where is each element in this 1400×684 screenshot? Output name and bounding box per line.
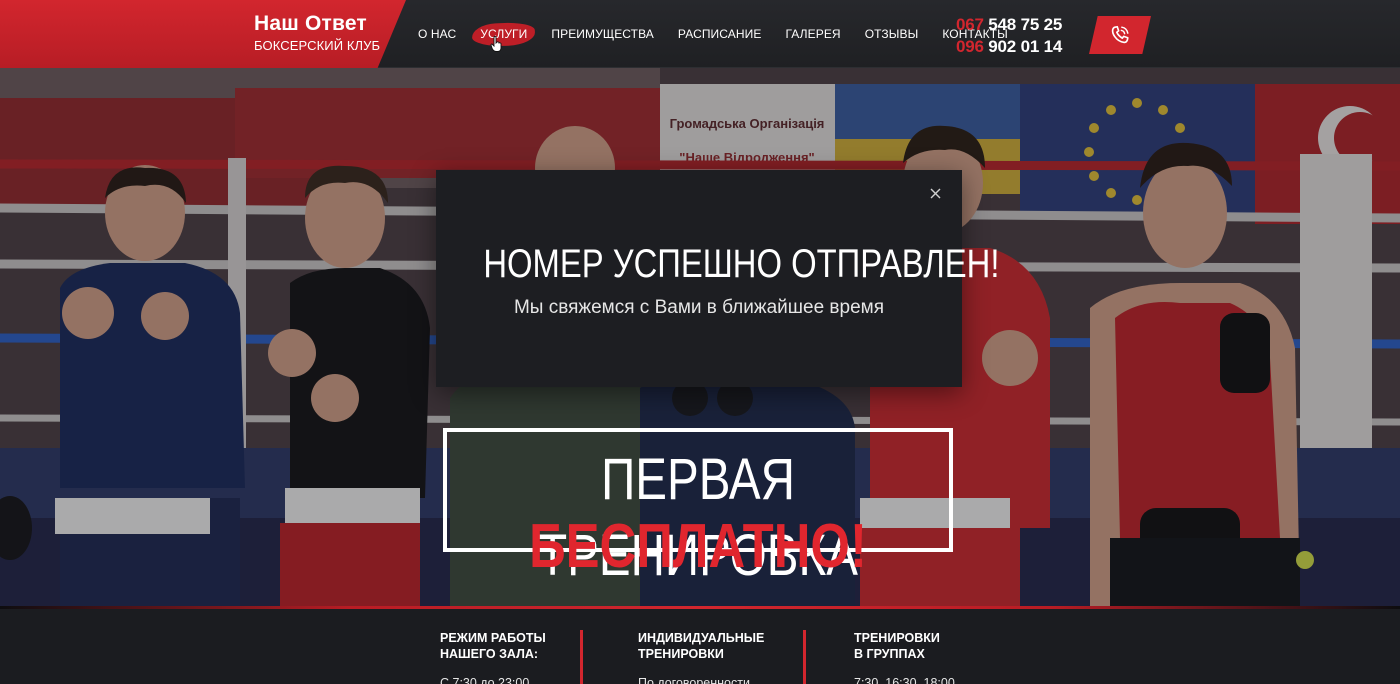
info-column-individual: ИНДИВИДУАЛЬНЫЕ ТРЕНИРОВКИ По договоренно… (638, 630, 764, 684)
nav-item-gallery[interactable]: ГАЛЕРЕЯ (773, 27, 852, 41)
modal-close-button[interactable] (926, 184, 944, 202)
modal-title: НОМЕР УСПЕШНО ОТПРАВЛЕН! (483, 242, 1000, 286)
info-column-groups: ТРЕНИРОВКИ В ГРУППАХ 7:30, 16:30, 18:00, (854, 630, 958, 684)
success-modal: НОМЕР УСПЕШНО ОТПРАВЛЕН! Мы свяжемся с В… (436, 170, 1000, 387)
nav-item-about[interactable]: О НАС (406, 27, 468, 41)
info-divider-1 (580, 630, 583, 684)
phone-number-1[interactable]: 067 548 75 25 (956, 14, 1062, 36)
nav-item-reviews[interactable]: ОТЗЫВЫ (853, 27, 931, 41)
info-bar: РЕЖИМ РАБОТЫ НАШЕГО ЗАЛА: С 7:30 до 23:0… (0, 606, 1400, 684)
main-nav: О НАС УСЛУГИ ПРЕИМУЩЕСТВА РАСПИСАНИЕ ГАЛ… (406, 0, 1020, 68)
nav-item-schedule[interactable]: РАСПИСАНИЕ (666, 27, 774, 41)
info-column-hours: РЕЖИМ РАБОТЫ НАШЕГО ЗАЛА: С 7:30 до 23:0… (440, 630, 546, 684)
close-icon (930, 188, 940, 198)
hand-cursor-icon (490, 36, 502, 52)
info-divider-2 (803, 630, 806, 684)
nav-item-advantages[interactable]: ПРЕИМУЩЕСТВА (539, 27, 666, 41)
info-value-groups: 7:30, 16:30, 18:00, (854, 676, 959, 684)
phone-number-2[interactable]: 096 902 01 14 (956, 36, 1062, 58)
promo-free-label: БЕСПЛАТНО! (529, 512, 867, 581)
info-value-hours: С 7:30 до 23:00 (440, 676, 530, 684)
logo-subtitle[interactable]: БОКСЕРСКИЙ КЛУБ (254, 38, 380, 53)
info-heading-hours: РЕЖИМ РАБОТЫ НАШЕГО ЗАЛА: (440, 631, 546, 661)
site-header: Наш Ответ БОКСЕРСКИЙ КЛУБ О НАС УСЛУГИ П… (0, 0, 1400, 68)
info-value-individual: По договоренности (638, 676, 750, 684)
info-heading-individual: ИНДИВИДУАЛЬНЫЕ ТРЕНИРОВКИ (638, 631, 765, 661)
modal-message: Мы свяжемся с Вами в ближайшее время (513, 297, 885, 318)
nav-item-services[interactable]: УСЛУГИ (468, 27, 539, 41)
phone-numbers: 067 548 75 25 096 902 01 14 (956, 14, 1062, 58)
phone-call-icon (1111, 25, 1129, 44)
logo-title[interactable]: Наш Ответ (254, 12, 367, 36)
call-button[interactable] (1089, 16, 1151, 54)
info-heading-groups: ТРЕНИРОВКИ В ГРУППАХ (854, 631, 940, 661)
